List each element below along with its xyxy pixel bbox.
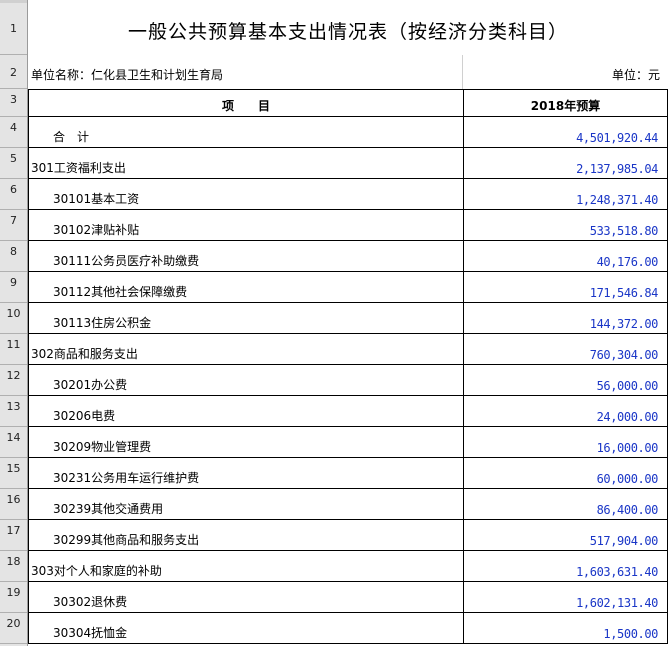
budget-cell[interactable]: 1,248,371.40	[464, 179, 667, 209]
table-row: 14 30209物业管理费 16,000.00	[0, 427, 672, 458]
sheet-row: 2 单位名称：仁化县卫生和计划生育局 单位：元	[0, 55, 672, 89]
budget-cell[interactable]: 24,000.00	[464, 396, 667, 426]
budget-cell[interactable]: 517,904.00	[464, 520, 667, 550]
row-header[interactable]: 7	[0, 210, 27, 241]
row-header[interactable]: 12	[0, 365, 27, 396]
table-row: 15 30231公务用车运行维护费 60,000.00	[0, 458, 672, 489]
budget-cell[interactable]: 16,000.00	[464, 427, 667, 457]
budget-cell[interactable]: 1,500.00	[464, 613, 667, 643]
budget-cell[interactable]: 56,000.00	[464, 365, 667, 395]
table-row: 10 30113住房公积金 144,372.00	[0, 303, 672, 334]
budget-cell[interactable]: 1,602,131.40	[464, 582, 667, 612]
item-cell[interactable]: 30239其他交通费用	[29, 489, 464, 519]
sheet-row: 1 一般公共预算基本支出情况表（按经济分类科目）	[0, 3, 672, 55]
row-header[interactable]: 16	[0, 489, 27, 520]
table-row: 11 302商品和服务支出 760,304.00	[0, 334, 672, 365]
item-cell[interactable]: 30102津贴补贴	[29, 210, 464, 240]
table-row: 5 301工资福利支出 2,137,985.04	[0, 148, 672, 179]
item-cell[interactable]: 30302退休费	[29, 582, 464, 612]
row-header[interactable]: 20	[0, 613, 27, 644]
unit-name-cell[interactable]: 单位名称：仁化县卫生和计划生育局	[31, 66, 223, 83]
budget-cell[interactable]: 1,603,631.40	[464, 551, 667, 581]
budget-cell[interactable]: 60,000.00	[464, 458, 667, 488]
table-header-row: 3 项 目 2018年预算	[0, 89, 672, 117]
table-row: 8 30111公务员医疗补助缴费 40,176.00	[0, 241, 672, 272]
table-row: 7 30102津贴补贴 533,518.80	[0, 210, 672, 241]
item-cell[interactable]: 302商品和服务支出	[29, 334, 464, 364]
item-cell[interactable]: 30113住房公积金	[29, 303, 464, 333]
row-header[interactable]: 8	[0, 241, 27, 272]
budget-cell[interactable]: 533,518.80	[464, 210, 667, 240]
row-header[interactable]: 3	[0, 89, 27, 117]
budget-cell[interactable]: 2,137,985.04	[464, 148, 667, 178]
row-header[interactable]: 14	[0, 427, 27, 458]
item-cell[interactable]: 303对个人和家庭的补助	[29, 551, 464, 581]
currency-unit-cell[interactable]: 单位：元	[612, 66, 660, 83]
item-cell[interactable]: 30111公务员医疗补助缴费	[29, 241, 464, 271]
table-row: 16 30239其他交通费用 86,400.00	[0, 489, 672, 520]
table-row: 6 30101基本工资 1,248,371.40	[0, 179, 672, 210]
row-header[interactable]: 10	[0, 303, 27, 334]
table-title[interactable]: 一般公共预算基本支出情况表（按经济分类科目）	[28, 3, 668, 55]
row-header[interactable]: 2	[0, 55, 27, 89]
item-cell[interactable]: 30101基本工资	[29, 179, 464, 209]
budget-cell[interactable]: 4,501,920.44	[464, 117, 667, 147]
row-header[interactable]: 4	[0, 117, 27, 148]
item-cell[interactable]: 30299其他商品和服务支出	[29, 520, 464, 550]
item-cell[interactable]: 30304抚恤金	[29, 613, 464, 643]
item-cell[interactable]: 30201办公费	[29, 365, 464, 395]
table-row: 17 30299其他商品和服务支出 517,904.00	[0, 520, 672, 551]
row-header[interactable]: 17	[0, 520, 27, 551]
budget-cell[interactable]: 40,176.00	[464, 241, 667, 271]
table-row: 4 合 计 4,501,920.44	[0, 117, 672, 148]
item-cell[interactable]: 30206电费	[29, 396, 464, 426]
item-cell[interactable]: 合 计	[29, 117, 464, 147]
row-header[interactable]: 13	[0, 396, 27, 427]
row-header[interactable]: 5	[0, 148, 27, 179]
row-header[interactable]: 9	[0, 272, 27, 303]
budget-cell[interactable]: 144,372.00	[464, 303, 667, 333]
item-cell[interactable]: 30231公务用车运行维护费	[29, 458, 464, 488]
budget-cell[interactable]: 86,400.00	[464, 489, 667, 519]
table-row: 20 30304抚恤金 1,500.00	[0, 613, 672, 644]
table-row: 9 30112其他社会保障缴费 171,546.84	[0, 272, 672, 303]
header-item-cell[interactable]: 项 目	[29, 90, 464, 116]
table-row: 12 30201办公费 56,000.00	[0, 365, 672, 396]
row-header[interactable]: 6	[0, 179, 27, 210]
row-header[interactable]: 18	[0, 551, 27, 582]
row-header[interactable]: 11	[0, 334, 27, 365]
item-cell[interactable]: 30209物业管理费	[29, 427, 464, 457]
table-row: 19 30302退休费 1,602,131.40	[0, 582, 672, 613]
spreadsheet: 1 一般公共预算基本支出情况表（按经济分类科目） 2 单位名称：仁化县卫生和计划…	[0, 0, 672, 646]
budget-cell[interactable]: 760,304.00	[464, 334, 667, 364]
row-header[interactable]: 1	[0, 3, 27, 55]
item-cell[interactable]: 30112其他社会保障缴费	[29, 272, 464, 302]
header-budget-cell[interactable]: 2018年预算	[464, 90, 667, 116]
row-header[interactable]: 15	[0, 458, 27, 489]
cell-divider	[462, 55, 463, 89]
table-row: 18 303对个人和家庭的补助 1,603,631.40	[0, 551, 672, 582]
item-cell[interactable]: 301工资福利支出	[29, 148, 464, 178]
table-row: 13 30206电费 24,000.00	[0, 396, 672, 427]
row-header[interactable]: 19	[0, 582, 27, 613]
budget-cell[interactable]: 171,546.84	[464, 272, 667, 302]
